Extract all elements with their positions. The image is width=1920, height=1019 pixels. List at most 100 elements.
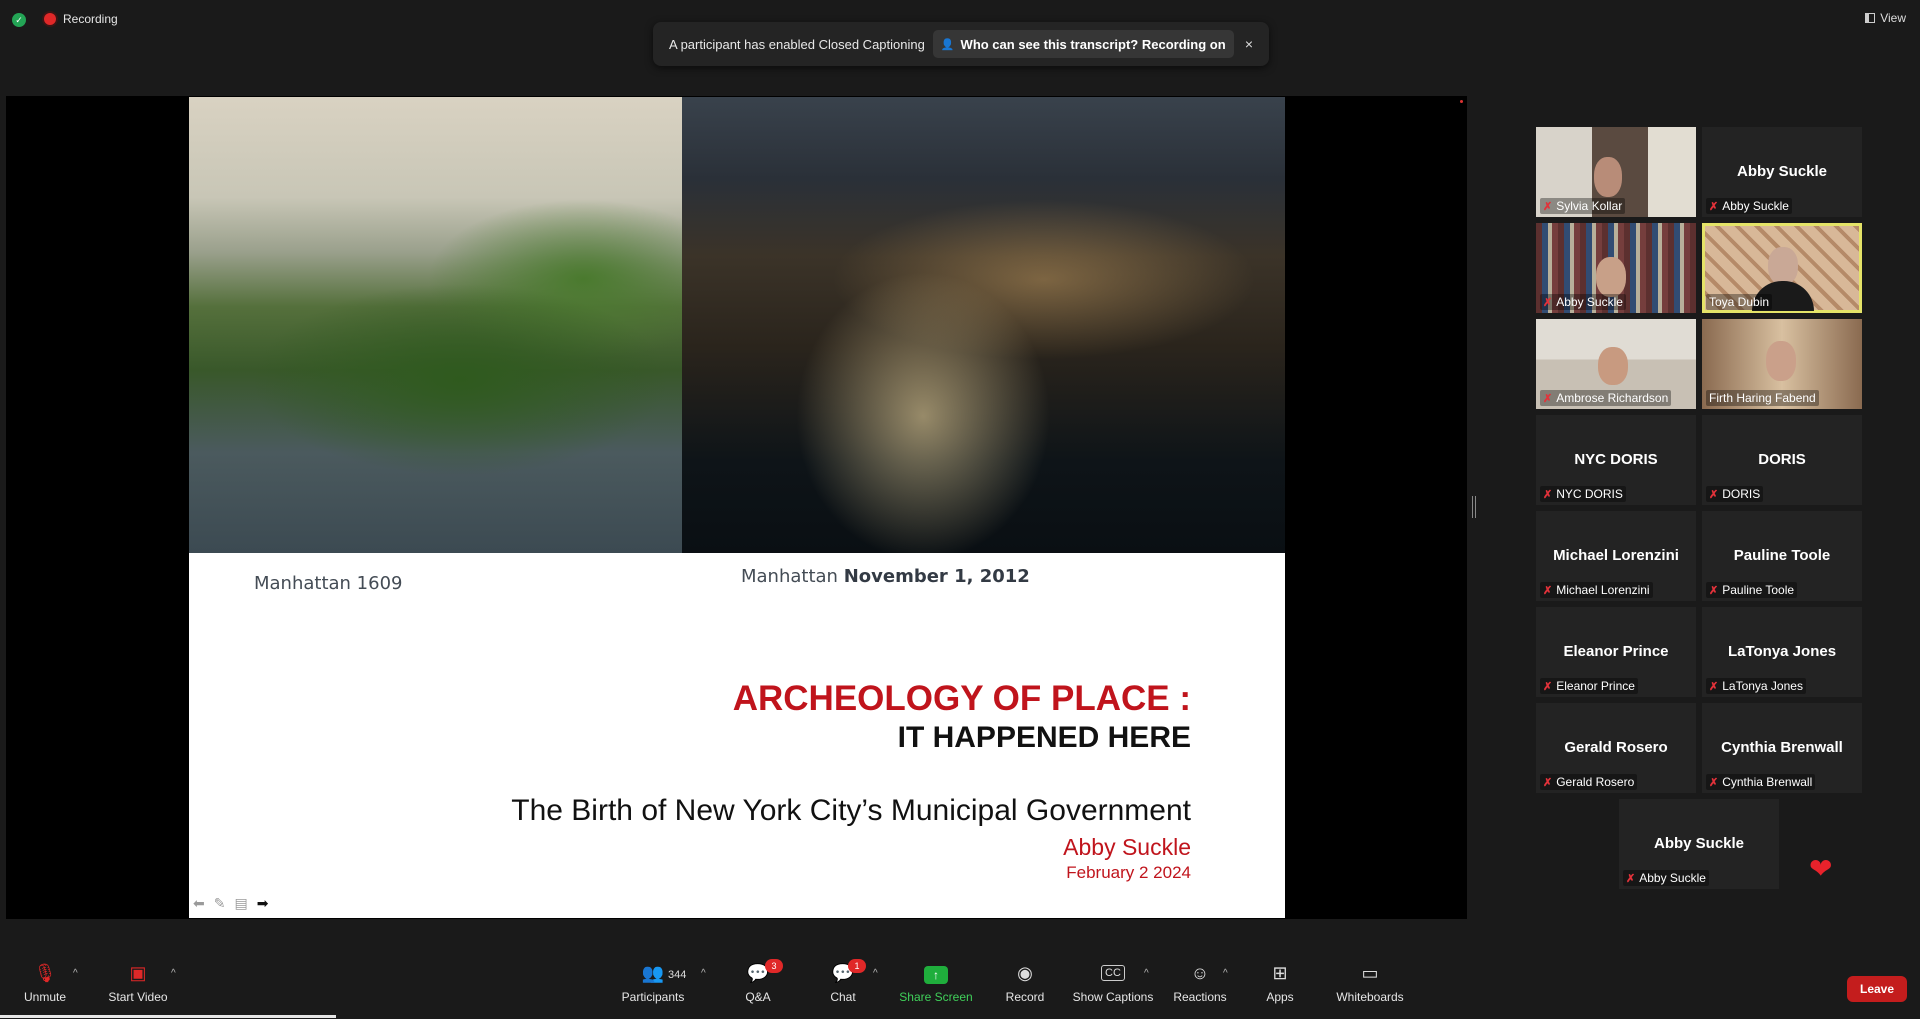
participants-label: Participants xyxy=(621,990,685,1004)
slides-menu-icon[interactable]: ▤ xyxy=(234,895,247,912)
slide-date: February 2 2024 xyxy=(1066,863,1191,882)
whiteboard-icon: ▭ xyxy=(1361,963,1379,983)
person-image xyxy=(1768,247,1798,285)
shared-screen: Manhattan 1609 Manhattan November 1, 201… xyxy=(6,96,1467,919)
next-slide-icon[interactable]: ➡ xyxy=(257,895,269,912)
slide-author: Abby Suckle xyxy=(1063,834,1191,860)
participant-display-name: NYC DORIS xyxy=(1574,451,1658,468)
participant-tile-active-speaker[interactable]: Toya Dubin xyxy=(1702,223,1862,313)
qa-button[interactable]: 💬 3 Q&A xyxy=(713,959,803,1004)
slide-subtitle: The Birth of New York City’s Municipal G… xyxy=(511,794,1191,827)
record-dot-icon xyxy=(44,13,56,25)
share-screen-button[interactable]: ↑ Share Screen xyxy=(891,962,981,1004)
leave-button[interactable]: Leave xyxy=(1847,976,1907,1002)
share-screen-icon: ↑ xyxy=(891,962,981,984)
view-icon xyxy=(1865,13,1876,23)
participant-tile[interactable]: Abby Suckle ✗ Abby Suckle xyxy=(1702,127,1862,217)
participant-display-name: Gerald Rosero xyxy=(1564,739,1668,756)
participant-display-name: Abby Suckle xyxy=(1653,835,1745,852)
person-image xyxy=(1598,347,1628,385)
participant-tile[interactable]: Michael Lorenzini ✗ Michael Lorenzini xyxy=(1536,511,1696,601)
participant-tile[interactable]: Abby Suckle ✗ Abby Suckle xyxy=(1619,799,1779,889)
qa-icon: 💬 3 xyxy=(713,959,803,984)
participants-button[interactable]: 👥 344 Participants xyxy=(608,962,698,1004)
participant-tile[interactable]: ✗ Sylvia Kollar xyxy=(1536,127,1696,217)
recording-label: Recording xyxy=(63,12,118,26)
person-image xyxy=(1766,341,1796,381)
mic-muted-icon: ✗ xyxy=(1709,776,1719,789)
mic-muted-icon: ✗ xyxy=(1626,872,1636,885)
mic-muted-icon: ✗ xyxy=(1543,776,1553,789)
recording-indicator[interactable]: Recording xyxy=(44,12,118,26)
record-label: Record xyxy=(1005,990,1045,1004)
participants-icon: 👥 344 xyxy=(608,962,698,984)
heart-reaction-icon: ❤ xyxy=(1809,853,1833,884)
share-screen-label: Share Screen xyxy=(899,990,973,1004)
participant-label: ✗ Sylvia Kollar xyxy=(1540,198,1626,214)
participant-label: ✗ Abby Suckle xyxy=(1623,870,1709,886)
participant-display-name: LaTonya Jones xyxy=(1727,643,1837,660)
participant-display-name: Pauline Toole xyxy=(1733,547,1831,564)
reactions-options-caret[interactable]: ^ xyxy=(1223,968,1228,979)
participant-tile[interactable]: ✗ Abby Suckle xyxy=(1536,223,1696,313)
presentation-slide: Manhattan 1609 Manhattan November 1, 201… xyxy=(189,97,1285,918)
resize-handle[interactable] xyxy=(1472,496,1476,518)
mic-muted-icon: ✗ xyxy=(1543,296,1553,309)
participant-label: ✗ Cynthia Brenwall xyxy=(1706,774,1816,790)
caption-left: Manhattan 1609 xyxy=(254,573,403,594)
reactions-button[interactable]: ☺ Reactions xyxy=(1155,962,1245,1004)
qa-badge: 3 xyxy=(765,959,783,973)
participant-tile[interactable]: Gerald Rosero ✗ Gerald Rosero xyxy=(1536,703,1696,793)
participants-count: 344 xyxy=(668,969,687,981)
participant-label: ✗ Pauline Toole xyxy=(1706,582,1798,598)
apps-label: Apps xyxy=(1266,990,1294,1004)
meeting-toolbar: 🎙 Unmute ^ ▣ Start Video ^ 👥 344 Particip… xyxy=(0,956,1920,1019)
mic-muted-icon: ✗ xyxy=(1709,584,1719,597)
mic-muted-icon: ✗ xyxy=(1543,200,1553,213)
participant-display-name: Abby Suckle xyxy=(1736,163,1828,180)
reactions-label: Reactions xyxy=(1173,990,1227,1004)
video-options-caret[interactable]: ^ xyxy=(171,968,176,979)
record-button[interactable]: ◉ Record xyxy=(980,962,1070,1004)
sharing-indicator-dot xyxy=(1460,100,1463,103)
participant-label: ✗ Eleanor Prince xyxy=(1540,678,1638,694)
close-banner-button[interactable]: × xyxy=(1245,36,1253,52)
start-video-button[interactable]: ▣ Start Video xyxy=(93,962,183,1004)
mic-muted-icon: ✗ xyxy=(1709,488,1719,501)
participant-tile[interactable]: LaTonya Jones ✗ LaTonya Jones xyxy=(1702,607,1862,697)
transcript-visibility-label: Who can see this transcript? Recording o… xyxy=(960,36,1226,52)
unmute-label: Unmute xyxy=(23,990,67,1004)
apps-icon: ⊞ xyxy=(1272,963,1288,983)
participant-tile[interactable]: Pauline Toole ✗ Pauline Toole xyxy=(1702,511,1862,601)
pen-icon[interactable]: ✎ xyxy=(214,895,226,912)
participant-label: Firth Haring Fabend xyxy=(1706,390,1819,406)
shield-icon[interactable]: ✓ xyxy=(12,13,26,27)
view-label: View xyxy=(1880,11,1906,25)
slide-title-line2: IT HAPPENED HERE xyxy=(897,721,1191,754)
participant-tile[interactable]: Firth Haring Fabend xyxy=(1702,319,1862,409)
participant-tile[interactable]: DORIS ✗ DORIS xyxy=(1702,415,1862,505)
mic-muted-icon: ✗ xyxy=(1543,488,1553,501)
participants-options-caret[interactable]: ^ xyxy=(701,968,706,979)
captions-options-caret[interactable]: ^ xyxy=(1144,968,1149,979)
chat-options-caret[interactable]: ^ xyxy=(873,968,878,979)
participant-display-name: Eleanor Prince xyxy=(1563,643,1669,660)
participant-tile[interactable]: Cynthia Brenwall ✗ Cynthia Brenwall xyxy=(1702,703,1862,793)
view-button[interactable]: View xyxy=(1865,11,1906,25)
participant-display-name: Cynthia Brenwall xyxy=(1721,739,1843,756)
mic-muted-icon: ✗ xyxy=(1543,392,1553,405)
mic-muted-icon: ✗ xyxy=(1709,680,1719,693)
participant-tile[interactable]: Eleanor Prince ✗ Eleanor Prince xyxy=(1536,607,1696,697)
apps-button[interactable]: ⊞ Apps xyxy=(1235,962,1325,1004)
chat-badge: 1 xyxy=(848,959,866,973)
audio-options-caret[interactable]: ^ xyxy=(73,968,78,979)
participant-label: ✗ NYC DORIS xyxy=(1540,486,1626,502)
caption-right-date: November 1, 2012 xyxy=(843,566,1030,587)
transcript-visibility-button[interactable]: 👤 Who can see this transcript? Recording… xyxy=(932,30,1234,58)
previous-slide-icon[interactable]: ⬅ xyxy=(193,895,205,912)
slide-controls: ⬅ ✎ ▤ ➡ xyxy=(193,895,268,912)
participant-tile[interactable]: ✗ Ambrose Richardson xyxy=(1536,319,1696,409)
whiteboards-button[interactable]: ▭ Whiteboards xyxy=(1325,962,1415,1004)
participant-tile[interactable]: NYC DORIS ✗ NYC DORIS xyxy=(1536,415,1696,505)
manhattan-2012-image xyxy=(682,97,1285,553)
